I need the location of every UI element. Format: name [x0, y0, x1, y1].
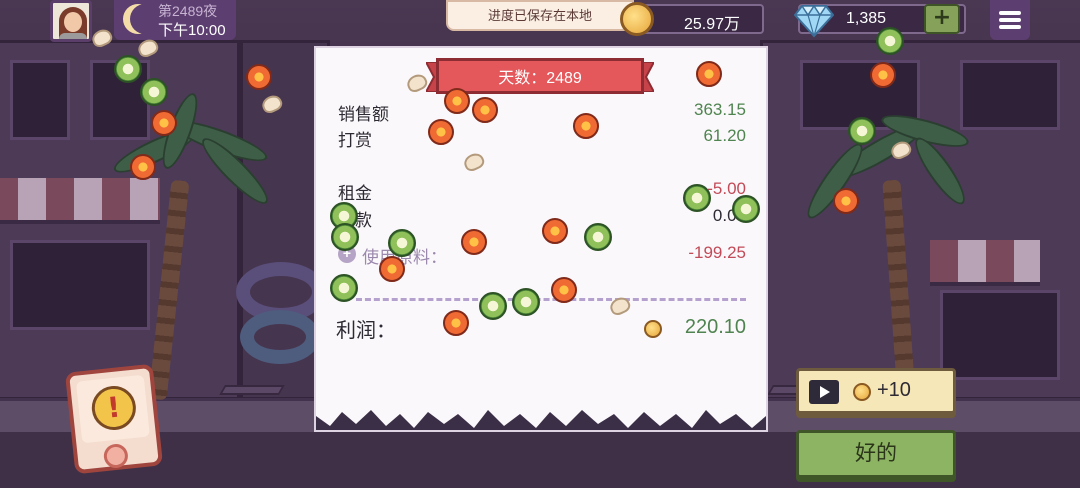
tips-label: 打赏	[338, 131, 372, 150]
tomato-slice-particle	[130, 154, 156, 180]
loan-row: 贷款 0.00	[338, 206, 746, 230]
shop-window	[10, 240, 150, 330]
menu-icon	[999, 18, 1021, 22]
divider	[356, 298, 746, 301]
window	[960, 60, 1060, 130]
tomato-slice-particle	[379, 256, 405, 282]
tips-row: 打赏 61.20	[338, 126, 746, 150]
day-count: 天数：2489	[498, 70, 582, 87]
receipt-torn-edge	[316, 410, 766, 430]
notification-card-face: !	[75, 374, 151, 444]
shop-window	[940, 290, 1060, 380]
sales-row: 销售额 363.15	[338, 100, 746, 124]
tomato-slice-particle	[444, 88, 470, 114]
awning-right	[930, 240, 1040, 286]
coin-icon	[644, 320, 662, 338]
jalapeno-slice-particle	[512, 288, 540, 316]
tomato-slice-particle	[472, 97, 498, 123]
menu-icon	[999, 25, 1021, 29]
tomato-slice-particle	[696, 61, 722, 87]
coin-icon	[853, 383, 871, 401]
jalapeno-slice-particle	[479, 292, 507, 320]
daily-receipt: 天数：2489 销售额 363.15 打赏 61.20 租金 -5.00 贷款 …	[316, 48, 766, 430]
jalapeno-slice-particle	[848, 117, 876, 145]
gem-value: 1,385	[846, 10, 887, 27]
tomato-slice-particle	[551, 277, 577, 303]
ad-reward-label: +10	[877, 379, 911, 401]
notification-card[interactable]: !	[64, 363, 164, 475]
tips-value: 61.20	[703, 126, 746, 145]
tomato-slice-particle	[461, 229, 487, 255]
awning-left	[0, 178, 160, 224]
coin-icon	[620, 2, 654, 36]
jalapeno-slice-particle	[331, 223, 359, 251]
notification-dot-icon	[102, 442, 130, 470]
swim-ring	[240, 310, 320, 364]
watch-ad-reward-button[interactable]: +10	[796, 368, 956, 414]
add-gems-button[interactable]: +	[924, 4, 960, 34]
jalapeno-slice-particle	[732, 195, 760, 223]
tomato-slice-particle	[542, 218, 568, 244]
ok-button[interactable]: 好的	[796, 430, 956, 478]
beach-chair	[219, 385, 285, 395]
profit-label: 利润：	[336, 320, 396, 342]
avatar-face	[64, 12, 82, 32]
money-value: 25.97万	[683, 16, 740, 33]
profit-value: 220.10	[684, 316, 746, 338]
jalapeno-slice-particle	[683, 184, 711, 212]
save-toast: 进度已保存在本地	[446, 0, 634, 31]
ingredients-value: -199.25	[688, 243, 746, 262]
menu-icon	[999, 11, 1021, 15]
jalapeno-slice-particle	[876, 27, 904, 55]
rent-label: 租金	[338, 184, 372, 203]
menu-button[interactable]	[990, 0, 1030, 40]
tomato-slice-particle	[443, 310, 469, 336]
profit-row: 利润： 220.10	[336, 314, 746, 342]
avatar[interactable]	[50, 0, 92, 42]
diamond-icon	[794, 4, 834, 38]
jalapeno-slice-particle	[330, 274, 358, 302]
play-video-icon	[809, 380, 839, 404]
jalapeno-slice-particle	[114, 55, 142, 83]
tomato-slice-particle	[428, 119, 454, 145]
tomato-slice-particle	[573, 113, 599, 139]
jalapeno-slice-particle	[584, 223, 612, 251]
avatar-shirt	[59, 33, 87, 39]
sales-value: 363.15	[694, 100, 746, 119]
moon-icon	[130, 4, 160, 34]
tomato-slice-particle	[833, 188, 859, 214]
jalapeno-slice-particle	[388, 229, 416, 257]
tomato-slice-particle	[151, 110, 177, 136]
night-counter: 第2489夜	[158, 3, 218, 19]
sales-label: 销售额	[338, 105, 389, 124]
jalapeno-slice-particle	[140, 78, 168, 106]
clock-time: 下午10:00	[158, 22, 226, 39]
tomato-slice-particle	[246, 64, 272, 90]
day-time-panel: 第2489夜 下午10:00	[114, 0, 236, 40]
window	[10, 60, 70, 140]
tomato-slice-particle	[870, 62, 896, 88]
alert-icon: !	[89, 383, 139, 433]
